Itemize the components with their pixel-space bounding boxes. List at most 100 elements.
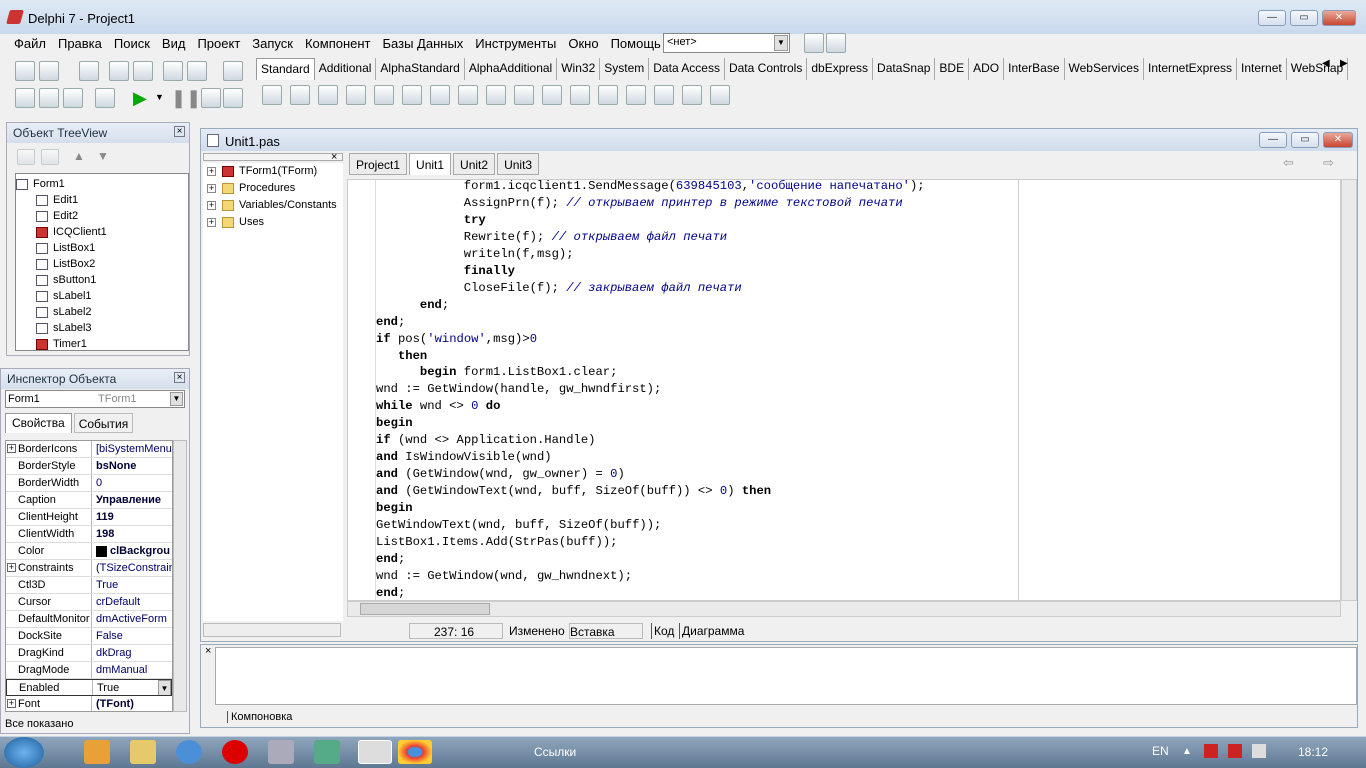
chevron-down-icon[interactable]: ▼: [774, 35, 788, 51]
property-value[interactable]: dmManual: [92, 662, 172, 678]
run-dropdown-icon[interactable]: ▼: [155, 92, 164, 102]
property-value[interactable]: True: [92, 577, 172, 593]
property-row[interactable]: DragKind dkDrag: [6, 645, 172, 662]
tree-item[interactable]: sLabel1: [16, 288, 188, 304]
explorer-icon[interactable]: [130, 740, 156, 764]
tab-properties[interactable]: Свойства: [5, 413, 72, 433]
tab-build[interactable]: Компоновка: [227, 711, 295, 723]
expand-icon[interactable]: +: [7, 563, 16, 572]
tab-code[interactable]: Код: [651, 623, 676, 639]
desktop-select[interactable]: <нет> ▼: [663, 33, 790, 53]
editor-tab-2[interactable]: Unit2: [453, 153, 496, 175]
palette-component-icon[interactable]: [598, 85, 618, 105]
property-row[interactable]: BorderWidth 0: [6, 475, 172, 492]
code-hscrollbar[interactable]: [347, 601, 1341, 617]
new-icon[interactable]: [15, 61, 35, 81]
property-value[interactable]: (TSizeConstrain: [92, 560, 172, 576]
set-debug-desktop-icon[interactable]: [826, 33, 846, 53]
palette-component-icon[interactable]: [682, 85, 702, 105]
palette-scroll-right-icon[interactable]: ▶: [1340, 58, 1348, 69]
code-explorer[interactable]: + TForm1(TForm) + Procedures + Variables/Cons…: [203, 163, 343, 621]
action-center-icon[interactable]: [1228, 744, 1242, 758]
palette-tab-12[interactable]: InterBase: [1004, 58, 1065, 80]
save-desktop-icon[interactable]: [804, 33, 824, 53]
close-icon[interactable]: ×: [174, 372, 185, 383]
property-value[interactable]: crDefault: [92, 594, 172, 610]
menu-item-8[interactable]: Инструменты: [469, 34, 562, 54]
arrow-down-icon[interactable]: ▼: [97, 149, 109, 163]
palette-tab-8[interactable]: dbExpress: [807, 58, 874, 80]
menu-item-7[interactable]: Базы Данных: [377, 34, 470, 54]
help-icon[interactable]: [223, 61, 243, 81]
open-icon[interactable]: [39, 61, 59, 81]
view-form-icon[interactable]: [39, 88, 59, 108]
source-code[interactable]: form1.icqclient1.SendMessage(639845103,'…: [376, 178, 1016, 602]
palette-scroll-left-icon[interactable]: ◀: [1322, 58, 1330, 69]
delete-icon[interactable]: [17, 149, 35, 165]
palette-component-icon[interactable]: [374, 85, 394, 105]
close-icon[interactable]: ×: [205, 645, 211, 657]
step-over-icon[interactable]: [223, 88, 243, 108]
tree-item[interactable]: ListBox2: [16, 256, 188, 272]
app-icon[interactable]: [268, 740, 294, 764]
close-icon[interactable]: ×: [331, 151, 337, 163]
menu-item-1[interactable]: Правка: [52, 34, 108, 54]
palette-tab-16[interactable]: WebSnap: [1287, 58, 1349, 80]
object-selector[interactable]: Form1 TForm1 ▼: [5, 390, 185, 408]
tree-item[interactable]: Edit1: [16, 192, 188, 208]
chevron-down-icon[interactable]: ▼: [170, 392, 183, 406]
clock[interactable]: 18:12: [1298, 745, 1328, 759]
explorer-node[interactable]: + Uses: [203, 214, 343, 231]
language-indicator[interactable]: EN: [1152, 744, 1169, 758]
property-value[interactable]: dkDrag: [92, 645, 172, 661]
property-value[interactable]: False: [92, 628, 172, 644]
explorer-node[interactable]: + TForm1(TForm): [203, 163, 343, 180]
editor-tab-1[interactable]: Unit1: [409, 153, 452, 175]
property-value[interactable]: Управление: [92, 492, 172, 508]
palette-component-icon[interactable]: [458, 85, 478, 105]
close-icon[interactable]: ×: [174, 126, 185, 137]
tree-item[interactable]: ICQClient1: [16, 224, 188, 240]
property-row[interactable]: Caption Управление: [6, 492, 172, 509]
links-toolbar[interactable]: Ссылки: [534, 745, 576, 759]
menu-item-10[interactable]: Помощь: [605, 34, 667, 54]
start-button[interactable]: [4, 737, 44, 768]
tree-item[interactable]: ListBox1: [16, 240, 188, 256]
editor-tab-3[interactable]: Unit3: [497, 153, 540, 175]
property-row[interactable]: Color clBackgrou: [6, 543, 172, 560]
palette-component-icon[interactable]: [626, 85, 646, 105]
code-vscrollbar[interactable]: [1341, 179, 1357, 601]
palette-component-icon[interactable]: [542, 85, 562, 105]
treeview-list[interactable]: Form1 Edit1 Edit2 ICQClient1 ListBox1 ListBox…: [15, 173, 189, 351]
expand-icon[interactable]: +: [207, 218, 216, 227]
property-row[interactable]: DragMode dmManual: [6, 662, 172, 679]
ie-icon[interactable]: [176, 740, 202, 764]
palette-tab-3[interactable]: AlphaAdditional: [465, 58, 558, 80]
property-value[interactable]: bsNone: [92, 458, 172, 474]
property-grid[interactable]: +BorderIcons[biSystemMenu,bBorderStylebs…: [5, 440, 173, 712]
tray-arrow-icon[interactable]: ▲: [1182, 746, 1192, 757]
save-all-icon[interactable]: [109, 61, 129, 81]
forward-icon[interactable]: ⇨: [1323, 155, 1334, 171]
palette-tab-0[interactable]: Standard: [256, 58, 315, 80]
palette-tab-2[interactable]: AlphaStandard: [376, 58, 465, 80]
remove-file-icon[interactable]: [187, 61, 207, 81]
palette-component-icon[interactable]: [290, 85, 310, 105]
palette-tab-14[interactable]: InternetExpress: [1144, 58, 1238, 80]
menu-item-6[interactable]: Компонент: [299, 34, 377, 54]
menu-item-2[interactable]: Поиск: [108, 34, 156, 54]
toggle-form-unit-icon[interactable]: [63, 88, 83, 108]
tree-item[interactable]: Timer1: [16, 336, 188, 350]
property-row[interactable]: Cursor crDefault: [6, 594, 172, 611]
palette-component-icon[interactable]: [402, 85, 422, 105]
network-icon[interactable]: [1204, 744, 1218, 758]
property-row[interactable]: DockSite False: [6, 628, 172, 645]
palette-tab-6[interactable]: Data Access: [649, 58, 725, 80]
close-button[interactable]: ✕: [1322, 10, 1356, 26]
property-value[interactable]: 0: [92, 475, 172, 491]
menu-item-0[interactable]: Файл: [8, 34, 52, 54]
property-row[interactable]: ClientWidth 198: [6, 526, 172, 543]
palette-tab-15[interactable]: Internet: [1237, 58, 1287, 80]
property-value[interactable]: 119: [92, 509, 172, 525]
property-value[interactable]: True ▼: [93, 680, 171, 695]
